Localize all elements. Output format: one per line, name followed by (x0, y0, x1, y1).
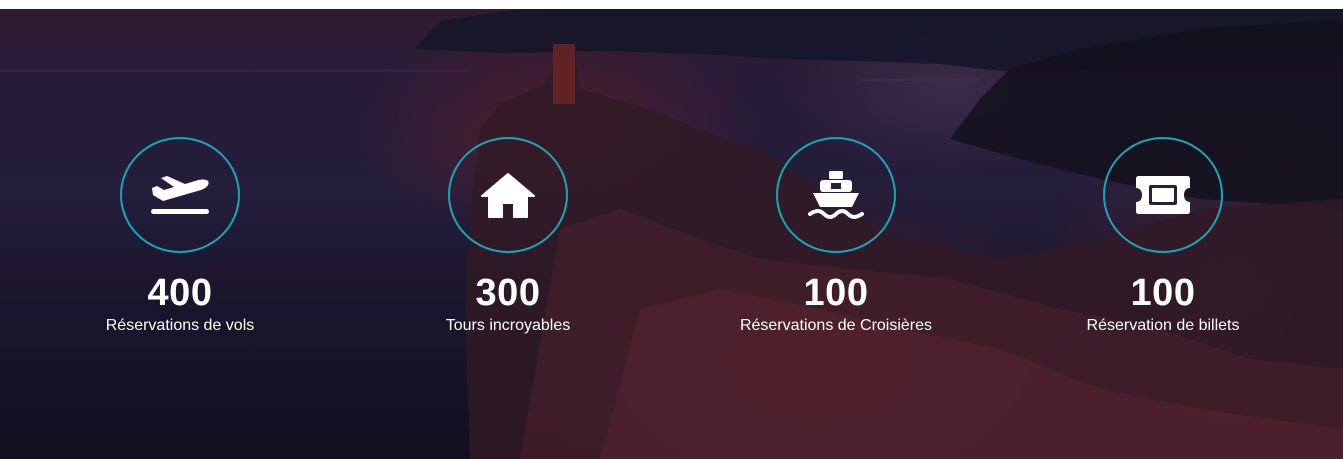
icon-ring (776, 137, 896, 253)
stat-count: 100 (1130, 272, 1196, 314)
stat-count: 100 (803, 272, 869, 314)
icon-ring (1103, 137, 1223, 253)
ticket-icon (1136, 176, 1190, 214)
home-icon (481, 173, 535, 218)
icon-ring (120, 137, 240, 253)
stat-ticket-bookings: 100 Réservation de billets (998, 9, 1328, 459)
stat-count: 300 (475, 272, 541, 314)
stat-label: Réservations de Croisières (739, 317, 933, 334)
ship-icon (808, 171, 864, 219)
stat-label: Réservation de billets (1086, 317, 1240, 334)
stat-label: Tours incroyables (445, 317, 571, 334)
stat-label: Réservations de vols (105, 317, 255, 334)
stat-cruise-bookings: 100 Réservations de Croisières (671, 9, 1001, 459)
airplane-departure-icon (151, 176, 209, 214)
stat-flight-bookings: 400 Réservations de vols (15, 9, 345, 459)
stat-count: 400 (147, 272, 213, 314)
counter-section-hero: 400 Réservations de vols 300 Tours incro… (0, 9, 1343, 459)
stat-amazing-tours: 300 Tours incroyables (343, 9, 673, 459)
icon-ring (448, 137, 568, 253)
